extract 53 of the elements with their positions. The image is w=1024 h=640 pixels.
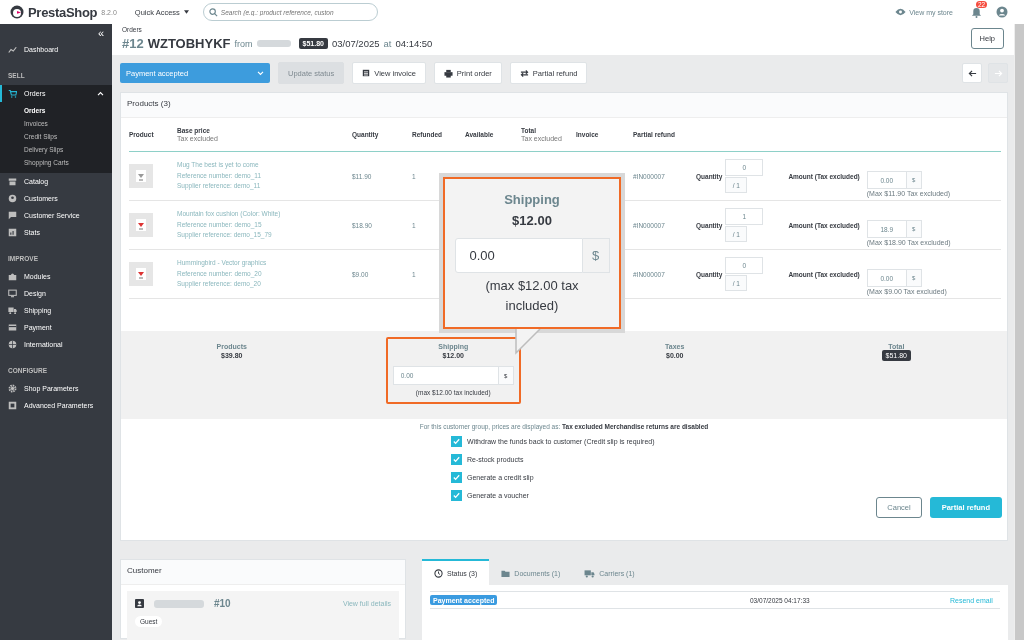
contact-card-icon [135, 599, 144, 608]
chevron-up-icon [97, 91, 104, 96]
redacted-name-bar [256, 40, 291, 47]
card-title: Customer [127, 566, 162, 575]
globe-icon [8, 340, 17, 349]
order-date: 03/07/2025 [331, 38, 380, 49]
scrollbar[interactable] [1014, 24, 1024, 640]
search-icon [208, 8, 218, 17]
bell-icon[interactable] [971, 6, 982, 18]
account-icon[interactable] [996, 6, 1008, 18]
arrow-icon [967, 68, 977, 78]
card-icon [8, 323, 17, 332]
document-icon [362, 69, 371, 77]
order-time: 04:14:50 [395, 38, 433, 49]
arrow-icon [993, 68, 1003, 78]
printer-icon [443, 68, 453, 78]
cart-icon [8, 89, 17, 98]
callout-max-text: (max $12.00 tax included) [484, 277, 580, 315]
callout-input[interactable]: 0.00 [454, 238, 583, 273]
puffin-logo-icon [10, 5, 24, 19]
checkbox[interactable] [451, 454, 462, 465]
previous-order-button[interactable] [962, 63, 982, 83]
chat-icon [8, 211, 17, 220]
person-icon [8, 194, 17, 203]
folder-icon [501, 568, 511, 578]
chart-line-icon [8, 45, 17, 54]
monitor-icon [8, 289, 17, 298]
swap-arrows-icon [519, 68, 529, 78]
from-label: from [234, 38, 253, 49]
square-icon [8, 401, 17, 410]
eye-icon [895, 8, 907, 16]
checkbox[interactable] [451, 436, 462, 447]
card-title: Products (3) [127, 99, 171, 108]
bar-chart-icon [8, 228, 17, 237]
truck-icon [584, 568, 596, 578]
history-icon [434, 568, 443, 578]
customer-id: #10 [214, 598, 231, 609]
checkbox[interactable] [451, 490, 462, 501]
redacted-name-bar [154, 599, 204, 608]
truck-icon [8, 306, 17, 315]
brand-name: PrestaShop [28, 4, 98, 20]
chevron-down-icon [257, 70, 264, 76]
currency-addon: $ [582, 238, 610, 273]
order-number: #12 [122, 36, 144, 51]
gear-icon [8, 384, 17, 393]
at-label: at [383, 38, 392, 49]
caret-down-icon [183, 10, 189, 14]
order-reference: WZTOBHYKF [147, 36, 231, 51]
collapse-toggle[interactable]: « [97, 27, 104, 41]
checkbox[interactable] [451, 472, 462, 483]
store-icon [8, 177, 17, 186]
callout-label: Shipping [503, 192, 561, 207]
callout-value: $12.00 [511, 213, 553, 228]
